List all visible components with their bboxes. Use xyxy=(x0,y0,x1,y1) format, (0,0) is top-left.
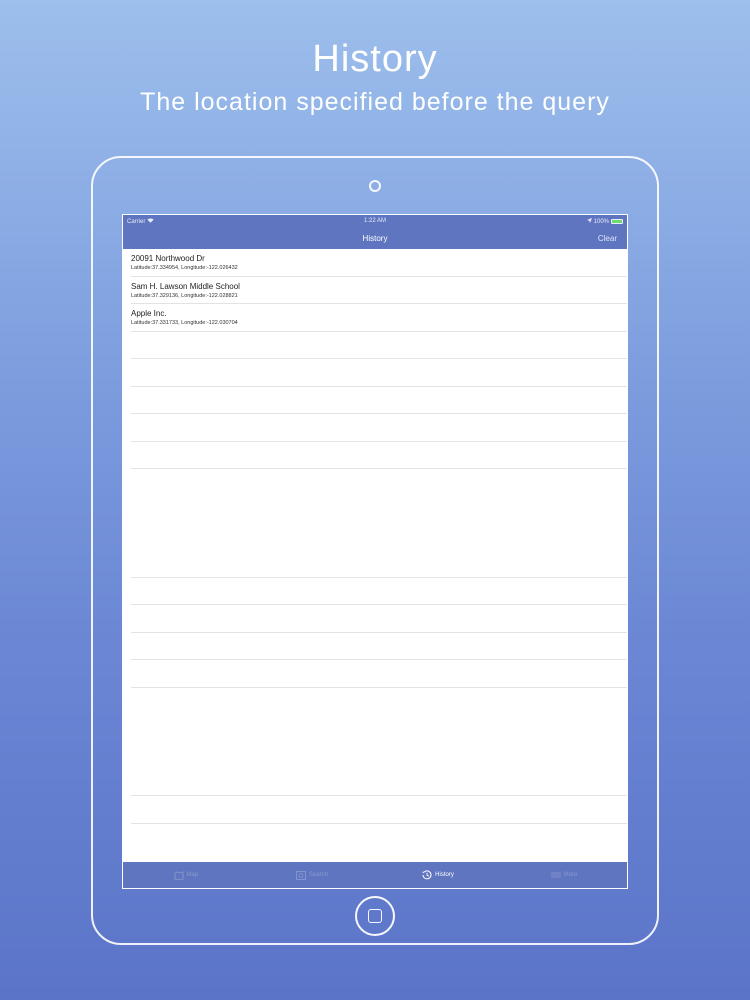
promo-title: History xyxy=(312,38,438,80)
history-row-title: Sam H. Lawson Middle School xyxy=(131,281,240,291)
home-button[interactable] xyxy=(355,896,395,936)
tab-search[interactable]: Search xyxy=(249,862,375,888)
empty-row xyxy=(131,332,627,359)
history-row-title: Apple Inc. xyxy=(131,309,167,318)
empty-row xyxy=(131,550,627,578)
home-square-icon xyxy=(368,909,382,923)
tab-label: More xyxy=(563,872,578,878)
battery-icon xyxy=(611,219,623,224)
empty-row xyxy=(131,633,627,660)
empty-gap xyxy=(123,688,627,769)
empty-row xyxy=(131,796,627,824)
history-row[interactable]: 20091 Northwood Dr Latitude:37.334954, L… xyxy=(131,249,627,277)
empty-row xyxy=(131,414,627,442)
history-icon xyxy=(422,870,432,880)
search-icon xyxy=(296,870,306,880)
camera-icon xyxy=(369,180,381,192)
battery-percent: 100% xyxy=(593,218,609,225)
nav-title: History xyxy=(362,234,388,243)
status-time: 1:22 AM xyxy=(363,218,386,224)
history-row-coords: Latitude:37.329136, Longitude:-122.02882… xyxy=(131,292,238,299)
empty-row xyxy=(131,387,627,414)
tab-more[interactable]: More xyxy=(501,862,627,888)
tab-map[interactable]: Map xyxy=(123,862,249,888)
promo-subtitle: The location specified before the query xyxy=(140,88,610,116)
clear-button[interactable]: Clear xyxy=(598,234,617,243)
tab-label: Search xyxy=(308,872,328,878)
app-screen: Carrier 1:22 AM 100% History Clear 20091… xyxy=(122,214,628,889)
history-row-title: 20091 Northwood Dr xyxy=(131,254,205,263)
navigation-bar: History Clear xyxy=(123,229,627,249)
history-row-coords: Latitude:37.334954, Longitude:-122.02643… xyxy=(131,265,238,271)
tab-label: History xyxy=(435,872,454,878)
tab-history[interactable]: History xyxy=(375,862,501,888)
status-right: 100% xyxy=(586,218,623,225)
history-row-coords: Latitude:37.331733, Longitude:-122.03070… xyxy=(131,320,238,326)
empty-gap xyxy=(123,469,627,550)
empty-row xyxy=(131,660,627,688)
map-icon xyxy=(174,870,184,880)
location-arrow-icon xyxy=(586,218,592,225)
history-row[interactable]: Apple Inc. Latitude:37.331733, Longitude… xyxy=(131,304,627,332)
empty-row xyxy=(131,442,627,469)
history-row[interactable]: Sam H. Lawson Middle School Latitude:37.… xyxy=(131,277,627,304)
empty-row xyxy=(131,605,627,633)
empty-row xyxy=(131,769,627,796)
history-list: 20091 Northwood Dr Latitude:37.334954, L… xyxy=(123,249,627,824)
tab-bar: Map Search History More xyxy=(123,862,627,888)
more-icon xyxy=(550,870,561,880)
tab-label: Map xyxy=(186,872,199,878)
empty-row xyxy=(131,359,627,387)
status-bar: Carrier 1:22 AM 100% xyxy=(123,215,627,229)
empty-row xyxy=(131,578,627,605)
